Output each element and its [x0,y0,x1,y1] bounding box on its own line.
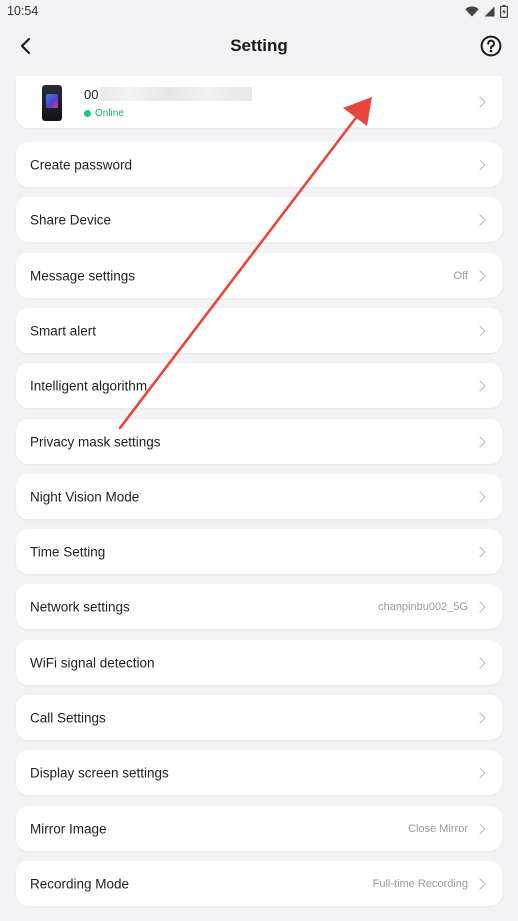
settings-row-value: chanpinbu002_5G [378,600,468,613]
chevron-right-icon [474,379,486,392]
chevron-right-icon [474,158,486,171]
device-name-redacted [100,87,253,101]
settings-row-label: Call Settings [30,710,106,725]
chevron-right-icon [474,711,486,724]
page-title: Setting [230,36,288,55]
settings-row[interactable]: Display screen settings [16,750,502,795]
settings-row[interactable]: Recording Mode Full-time Recording [16,861,502,906]
app-header: Setting [0,24,518,68]
wifi-icon [465,5,479,16]
chevron-right-icon [474,766,486,779]
settings-row-label: Time Setting [30,544,106,559]
chevron-right-icon [474,269,486,282]
settings-row-label: Display screen settings [30,765,169,780]
settings-row[interactable]: Smart alert [16,308,502,353]
settings-row-label: Smart alert [30,323,97,338]
status-time: 10:54 [7,4,39,18]
status-bar: 10:54 [0,0,518,22]
battery-charging-icon [500,4,508,18]
settings-row[interactable]: Create password [16,142,502,187]
settings-row[interactable]: Share Device [16,197,502,242]
settings-row[interactable]: Intelligent algorithm [16,363,502,408]
settings-row-label: Mirror Image [30,821,107,836]
chevron-right-icon [474,213,486,226]
settings-row[interactable]: Mirror Image Close Mirror [16,806,502,851]
chevron-right-icon [474,96,486,108]
settings-row[interactable]: Call Settings [16,695,502,740]
settings-row-label: Privacy mask settings [30,434,161,449]
settings-row-value: Full-time Recording [372,877,468,890]
settings-row[interactable]: Privacy mask settings [16,419,502,464]
back-button[interactable] [14,34,38,58]
chevron-right-icon [474,324,486,337]
settings-row[interactable]: Night Vision Mode [16,474,502,519]
device-status-label: Online [95,108,124,119]
online-dot-icon [84,110,91,117]
settings-row[interactable]: WiFi signal detection [16,640,502,685]
cellular-signal-icon [484,6,495,16]
settings-row-value: Off [453,269,468,282]
device-name-prefix: 00 [84,87,99,102]
device-status: Online [84,108,124,119]
chevron-right-icon [474,545,486,558]
status-icons [465,4,508,18]
chevron-right-icon [474,877,486,890]
settings-row-label: Intelligent algorithm [30,378,148,393]
help-button[interactable] [478,33,504,59]
chevron-right-icon [474,822,486,835]
chevron-right-icon [474,435,486,448]
chevron-right-icon [474,600,486,613]
question-circle-icon [480,35,502,57]
settings-row[interactable]: Network settings chanpinbu002_5G [16,584,502,629]
chevron-right-icon [474,490,486,503]
settings-row[interactable]: Time Setting [16,529,502,574]
settings-row-label: Recording Mode [30,876,130,891]
settings-row[interactable]: Message settings Off [16,253,502,298]
device-thumbnail [42,85,62,121]
device-name: 00 [84,87,253,102]
settings-row-label: Create password [30,157,133,172]
device-card[interactable]: 00 Online [16,76,502,128]
settings-row-label: Network settings [30,599,130,614]
settings-row-label: Message settings [30,268,136,283]
settings-row-label: Share Device [30,212,112,227]
settings-row-label: Night Vision Mode [30,489,140,504]
settings-row-label: WiFi signal detection [30,655,155,670]
settings-row-value: Close Mirror [408,822,468,835]
chevron-right-icon [474,656,486,669]
chevron-left-icon [20,37,31,55]
